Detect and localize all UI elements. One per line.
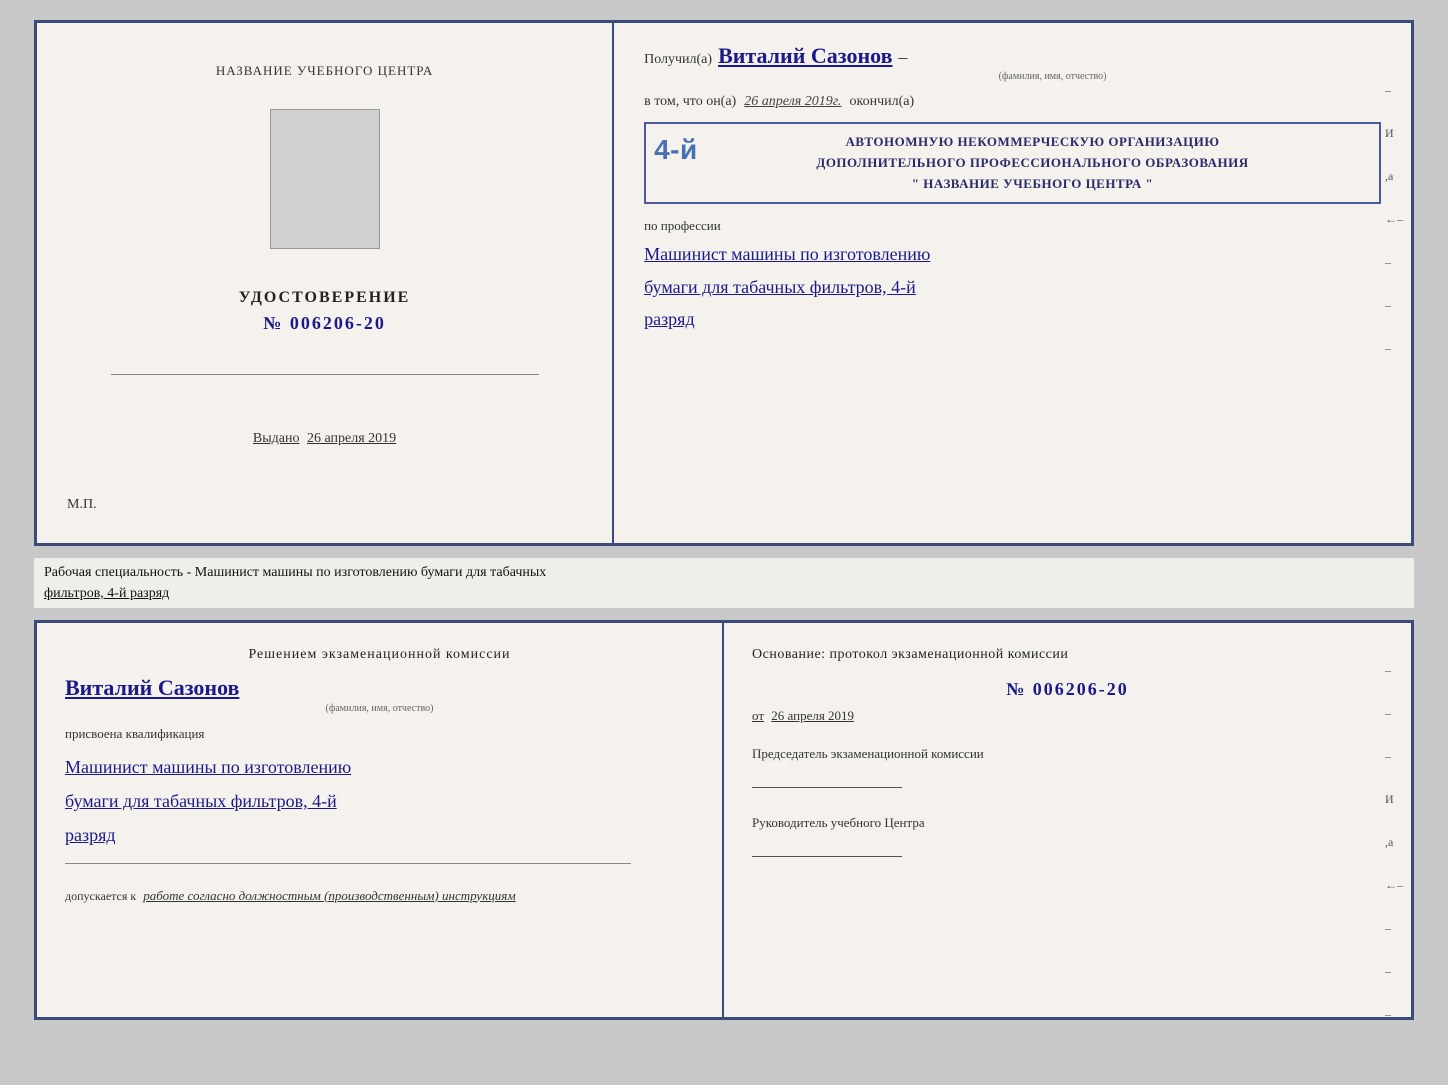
specialty-prefix: Рабочая специальность - Машинист машины … bbox=[44, 565, 546, 580]
chairman-label: Председатель экзаменационной комиссии bbox=[752, 744, 1383, 793]
profession-line2: бумаги для табачных фильтров, 4-й bbox=[644, 271, 1381, 303]
photo-placeholder bbox=[270, 109, 380, 249]
head-label-text: Руководитель учебного Центра bbox=[752, 815, 925, 830]
stamp-rect: 4-й АВТОНОМНУЮ НЕКОММЕРЧЕСКУЮ ОРГАНИЗАЦИ… bbox=[644, 122, 1381, 204]
stamp-line3: " НАЗВАНИЕ УЧЕБНОГО ЦЕНТРА " bbox=[698, 174, 1367, 195]
profession-name-top: Машинист машины по изготовлению бумаги д… bbox=[644, 238, 1381, 335]
vtom-line: в том, что он(а) 26 апреля 2019г. окончи… bbox=[644, 94, 1381, 110]
mark-3: ,а bbox=[1385, 169, 1403, 184]
bottom-person-name: Виталий Сазонов bbox=[65, 675, 694, 701]
basis-date-prefix: от bbox=[752, 708, 764, 723]
received-label: Получил(а) bbox=[644, 52, 712, 68]
basis-number: № 006206-20 bbox=[752, 679, 1383, 700]
stamp-big-number: 4-й bbox=[654, 128, 698, 173]
vtom-label: в том, что он(а) bbox=[644, 94, 736, 110]
right-side-marks-top: – И ,а ←– – – – bbox=[1385, 83, 1403, 356]
chairman-label-text: Председатель экзаменационной комиссии bbox=[752, 746, 984, 761]
cert-title-block: УДОСТОВЕРЕНИЕ № 006206-20 bbox=[239, 289, 411, 334]
допускается-label: допускается к bbox=[65, 889, 136, 903]
cert-number-top: № 006206-20 bbox=[239, 313, 411, 334]
qual-line1: Машинист машины по изготовлению bbox=[65, 750, 694, 784]
stamp-block: 4-й АВТОНОМНУЮ НЕКОММЕРЧЕСКУЮ ОРГАНИЗАЦИ… bbox=[644, 122, 1381, 204]
bmark-7: – bbox=[1385, 921, 1403, 936]
bottom-left-panel: Решением экзаменационной комиссии Витали… bbox=[37, 623, 724, 1017]
bottom-fio-hint: (фамилия, имя, отчество) bbox=[65, 703, 694, 714]
mp-label: М.П. bbox=[67, 497, 97, 513]
head-signature-line bbox=[752, 841, 902, 857]
cert-left-panel: НАЗВАНИЕ УЧЕБНОГО ЦЕНТРА УДОСТОВЕРЕНИЕ №… bbox=[37, 23, 614, 543]
bmark-4: И bbox=[1385, 792, 1403, 807]
profession-label: по профессии bbox=[644, 218, 1381, 234]
bmark-6: ←– bbox=[1385, 878, 1403, 893]
mark-2: И bbox=[1385, 126, 1403, 141]
bmark-8: – bbox=[1385, 964, 1403, 979]
school-name-top-label: НАЗВАНИЕ УЧЕБНОГО ЦЕНТРА bbox=[216, 63, 433, 79]
mark-7: – bbox=[1385, 341, 1403, 356]
issued-label: Выдано bbox=[253, 431, 300, 446]
head-label: Руководитель учебного Центра bbox=[752, 813, 1383, 862]
stamp-line1: АВТОНОМНУЮ НЕКОММЕРЧЕСКУЮ ОРГАНИЗАЦИЮ bbox=[698, 132, 1367, 153]
mark-1: – bbox=[1385, 83, 1403, 98]
qualification-label: присвоена квалификация bbox=[65, 726, 694, 742]
finished-label: окончил(а) bbox=[850, 94, 915, 110]
допускается-line: допускается к работе согласно должностны… bbox=[65, 888, 694, 904]
right-side-marks-bottom: – – – И ,а ←– – – – bbox=[1385, 663, 1403, 1022]
issued-date: 26 апреля 2019 bbox=[307, 431, 396, 446]
bmark-1: – bbox=[1385, 663, 1403, 678]
bmark-2: – bbox=[1385, 706, 1403, 721]
qual-line3: разряд bbox=[65, 818, 694, 852]
bmark-5: ,а bbox=[1385, 835, 1403, 850]
decision-title: Решением экзаменационной комиссии bbox=[65, 647, 694, 663]
specialty-line: Рабочая специальность - Машинист машины … bbox=[34, 558, 1414, 608]
допускается-text: работе согласно должностным (производств… bbox=[143, 888, 515, 903]
basis-date: от 26 апреля 2019 bbox=[752, 708, 1383, 724]
profession-line1: Машинист машины по изготовлению bbox=[644, 238, 1381, 270]
mark-6: – bbox=[1385, 298, 1403, 313]
bmark-9: – bbox=[1385, 1007, 1403, 1022]
bmark-3: – bbox=[1385, 749, 1403, 764]
vtom-date: 26 апреля 2019г. bbox=[744, 94, 841, 110]
cert-right-panel: Получил(а) Виталий Сазонов – (фамилия, и… bbox=[614, 23, 1411, 543]
chairman-signature-line bbox=[752, 772, 902, 788]
qualification-name: Машинист машины по изготовлению бумаги д… bbox=[65, 750, 694, 853]
stamp-line2: ДОПОЛНИТЕЛЬНОГО ПРОФЕССИОНАЛЬНОГО ОБРАЗО… bbox=[698, 153, 1367, 174]
certificate-top: НАЗВАНИЕ УЧЕБНОГО ЦЕНТРА УДОСТОВЕРЕНИЕ №… bbox=[34, 20, 1414, 546]
basis-date-value: 26 апреля 2019 bbox=[771, 708, 854, 723]
cert-issued: Выдано 26 апреля 2019 bbox=[253, 431, 396, 447]
dash-top: – bbox=[898, 47, 907, 68]
mark-4: ←– bbox=[1385, 212, 1403, 227]
qual-line2: бумаги для табачных фильтров, 4-й bbox=[65, 784, 694, 818]
bottom-right-panel: Основание: протокол экзаменационной коми… bbox=[724, 623, 1411, 1017]
basis-label: Основание: протокол экзаменационной коми… bbox=[752, 647, 1383, 663]
mark-5: – bbox=[1385, 255, 1403, 270]
recipient-name-top: Виталий Сазонов bbox=[718, 43, 892, 69]
fio-hint-top: (фамилия, имя, отчество) bbox=[724, 71, 1381, 82]
cert-title: УДОСТОВЕРЕНИЕ bbox=[239, 289, 411, 307]
profession-line3: разряд bbox=[644, 303, 1381, 335]
certificate-bottom: Решением экзаменационной комиссии Витали… bbox=[34, 620, 1414, 1020]
specialty-suffix: фильтров, 4-й разряд bbox=[44, 586, 169, 601]
